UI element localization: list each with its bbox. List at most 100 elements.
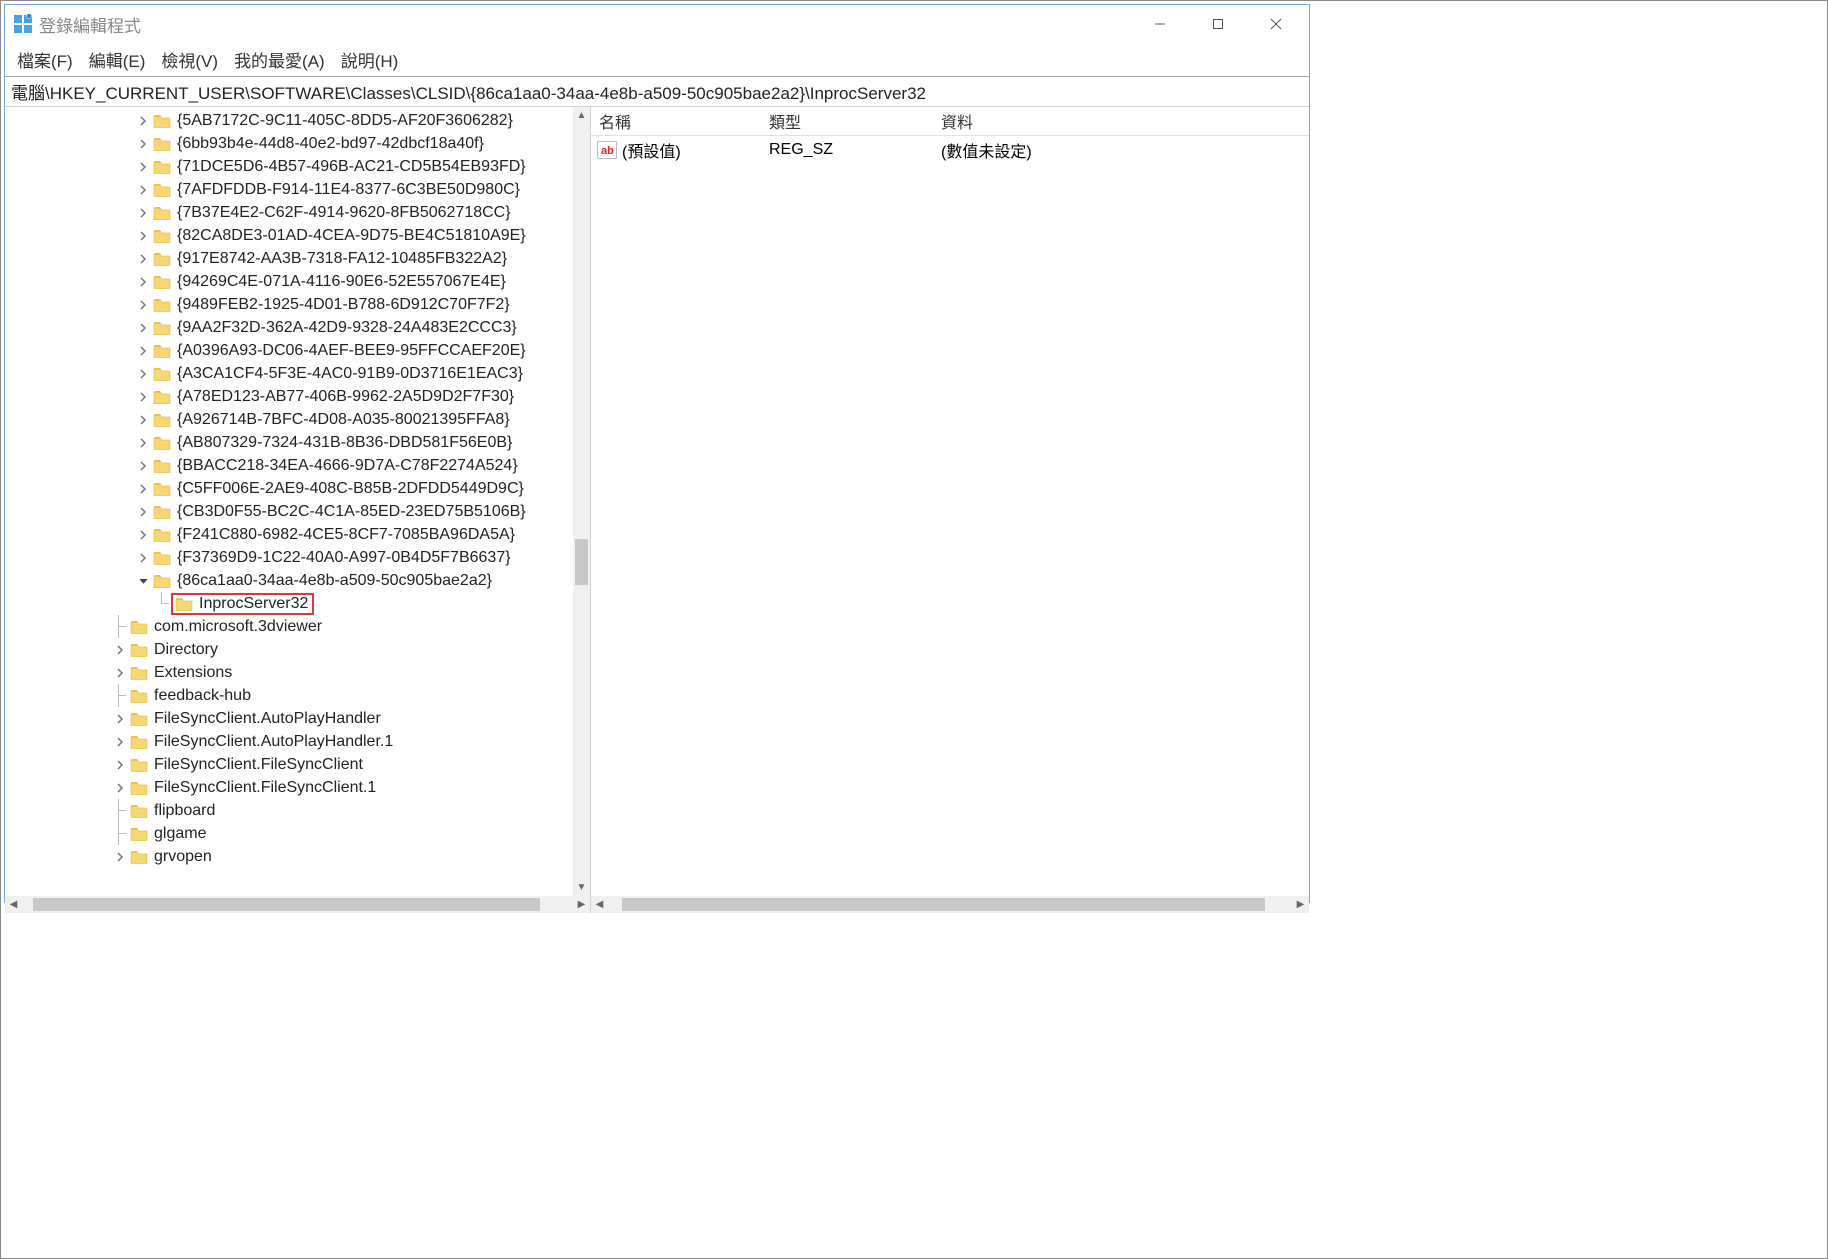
chevron-right-icon[interactable] bbox=[112, 852, 128, 862]
list-row[interactable]: ab(預設值)REG_SZ(數值未設定) bbox=[591, 136, 1309, 164]
titlebar[interactable]: 登錄編輯程式 bbox=[5, 5, 1309, 43]
chevron-right-icon[interactable] bbox=[135, 530, 151, 540]
tree-item-clsid[interactable]: {71DCE5D6-4B57-496B-AC21-CD5B54EB93FD} bbox=[5, 155, 573, 178]
scroll-right-icon[interactable]: ▶ bbox=[1292, 896, 1309, 913]
scroll-down-icon[interactable]: ▼ bbox=[573, 879, 590, 896]
tree-item-clsid[interactable]: {7AFDFDDB-F914-11E4-8377-6C3BE50D980C} bbox=[5, 178, 573, 201]
tree-item-clsid[interactable]: {A3CA1CF4-5F3E-4AC0-91B9-0D3716E1EAC3} bbox=[5, 362, 573, 385]
chevron-right-icon[interactable] bbox=[135, 484, 151, 494]
chevron-right-icon[interactable] bbox=[135, 415, 151, 425]
tree-item-expanded[interactable]: {86ca1aa0-34aa-4e8b-a509-50c905bae2a2} bbox=[5, 569, 573, 592]
folder-icon bbox=[153, 159, 171, 174]
tree-item-clsid[interactable]: {BBACC218-34EA-4666-9D7A-C78F2274A524} bbox=[5, 454, 573, 477]
chevron-right-icon[interactable] bbox=[112, 760, 128, 770]
chevron-right-icon[interactable] bbox=[112, 737, 128, 747]
tree-horizontal-scrollbar[interactable]: ◀ ▶ bbox=[5, 896, 590, 913]
folder-icon bbox=[153, 251, 171, 266]
tree-item-clsid[interactable]: {7B37E4E2-C62F-4914-9620-8FB5062718CC} bbox=[5, 201, 573, 224]
tree-item[interactable]: grvopen bbox=[5, 845, 573, 868]
chevron-right-icon[interactable] bbox=[135, 162, 151, 172]
tree-item-clsid[interactable]: {82CA8DE3-01AD-4CEA-9D75-BE4C51810A9E} bbox=[5, 224, 573, 247]
tree-item[interactable]: Extensions bbox=[5, 661, 573, 684]
tree-item-clsid[interactable]: {9489FEB2-1925-4D01-B788-6D912C70F7F2} bbox=[5, 293, 573, 316]
chevron-right-icon[interactable] bbox=[135, 185, 151, 195]
chevron-right-icon[interactable] bbox=[135, 254, 151, 264]
menu-edit[interactable]: 編輯(E) bbox=[83, 45, 152, 74]
scroll-thumb[interactable] bbox=[575, 539, 588, 584]
chevron-right-icon[interactable] bbox=[135, 392, 151, 402]
tree-item-clsid[interactable]: {917E8742-AA3B-7318-FA12-10485FB322A2} bbox=[5, 247, 573, 270]
tree-item-clsid[interactable]: {9AA2F32D-362A-42D9-9328-24A483E2CCC3} bbox=[5, 316, 573, 339]
chevron-right-icon[interactable] bbox=[135, 507, 151, 517]
tree-item[interactable]: flipboard bbox=[5, 799, 573, 822]
scroll-up-icon[interactable]: ▲ bbox=[573, 107, 590, 124]
tree-vertical-scrollbar[interactable]: ▲ ▼ bbox=[573, 107, 590, 896]
chevron-right-icon[interactable] bbox=[135, 116, 151, 126]
tree-item-selected[interactable]: InprocServer32 bbox=[5, 592, 573, 615]
tree-item[interactable]: FileSyncClient.AutoPlayHandler.1 bbox=[5, 730, 573, 753]
scroll-left-icon[interactable]: ◀ bbox=[5, 896, 22, 913]
header-type[interactable]: 類型 bbox=[761, 107, 933, 135]
tree-item-clsid[interactable]: {CB3D0F55-BC2C-4C1A-85ED-23ED75B5106B} bbox=[5, 500, 573, 523]
chevron-right-icon[interactable] bbox=[112, 645, 128, 655]
tree-item[interactable]: FileSyncClient.FileSyncClient bbox=[5, 753, 573, 776]
menu-view[interactable]: 檢視(V) bbox=[155, 45, 224, 74]
address-bar[interactable]: 電腦\HKEY_CURRENT_USER\SOFTWARE\Classes\CL… bbox=[5, 76, 1309, 107]
tree-item-clsid[interactable]: {A0396A93-DC06-4AEF-BEE9-95FFCCAEF20E} bbox=[5, 339, 573, 362]
header-data[interactable]: 資料 bbox=[933, 107, 1309, 135]
scroll-right-icon[interactable]: ▶ bbox=[573, 896, 590, 913]
tree-item-clsid[interactable]: {5AB7172C-9C11-405C-8DD5-AF20F3606282} bbox=[5, 109, 573, 132]
scroll-thumb-h[interactable] bbox=[622, 898, 1265, 911]
tree-view[interactable]: {5AB7172C-9C11-405C-8DD5-AF20F3606282} {6… bbox=[5, 107, 573, 868]
tree-item[interactable]: glgame bbox=[5, 822, 573, 845]
tree-label: FileSyncClient.FileSyncClient bbox=[153, 756, 363, 774]
tree-item-clsid[interactable]: {A926714B-7BFC-4D08-A035-80021395FFA8} bbox=[5, 408, 573, 431]
chevron-right-icon[interactable] bbox=[135, 208, 151, 218]
list-header: 名稱 類型 資料 bbox=[591, 107, 1309, 136]
tree-item[interactable]: Directory bbox=[5, 638, 573, 661]
folder-icon bbox=[130, 711, 148, 726]
folder-icon bbox=[153, 113, 171, 128]
close-button[interactable] bbox=[1247, 7, 1305, 41]
tree-item-clsid[interactable]: {C5FF006E-2AE9-408C-B85B-2DFDD5449D9C} bbox=[5, 477, 573, 500]
menu-file[interactable]: 檔案(F) bbox=[11, 45, 79, 74]
chevron-right-icon[interactable] bbox=[135, 346, 151, 356]
chevron-right-icon[interactable] bbox=[112, 714, 128, 724]
tree-item-clsid[interactable]: {6bb93b4e-44d8-40e2-bd97-42dbcf18a40f} bbox=[5, 132, 573, 155]
tree-item[interactable]: feedback-hub bbox=[5, 684, 573, 707]
list-horizontal-scrollbar[interactable]: ◀ ▶ bbox=[591, 896, 1309, 913]
chevron-right-icon[interactable] bbox=[135, 461, 151, 471]
chevron-right-icon[interactable] bbox=[135, 438, 151, 448]
scroll-left-icon[interactable]: ◀ bbox=[591, 896, 608, 913]
tree-item-clsid[interactable]: {A78ED123-AB77-406B-9962-2A5D9D2F7F30} bbox=[5, 385, 573, 408]
tree-item-clsid[interactable]: {94269C4E-071A-4116-90E6-52E557067E4E} bbox=[5, 270, 573, 293]
chevron-right-icon[interactable] bbox=[135, 553, 151, 563]
scroll-thumb-h[interactable] bbox=[33, 898, 540, 911]
tree-item-clsid[interactable]: {AB807329-7324-431B-8B36-DBD581F56E0B} bbox=[5, 431, 573, 454]
menu-help[interactable]: 說明(H) bbox=[335, 45, 405, 74]
tree-label: {6bb93b4e-44d8-40e2-bd97-42dbcf18a40f} bbox=[176, 135, 484, 153]
list-body[interactable]: ab(預設值)REG_SZ(數值未設定) bbox=[591, 136, 1309, 164]
tree-item[interactable]: FileSyncClient.AutoPlayHandler bbox=[5, 707, 573, 730]
list-pane: 名稱 類型 資料 ab(預設值)REG_SZ(數值未設定) ◀ ▶ bbox=[591, 107, 1309, 913]
chevron-right-icon[interactable] bbox=[135, 300, 151, 310]
chevron-right-icon[interactable] bbox=[135, 277, 151, 287]
header-name[interactable]: 名稱 bbox=[591, 107, 761, 135]
chevron-right-icon[interactable] bbox=[112, 783, 128, 793]
tree-item[interactable]: FileSyncClient.FileSyncClient.1 bbox=[5, 776, 573, 799]
tree-label: {7B37E4E2-C62F-4914-9620-8FB5062718CC} bbox=[176, 204, 511, 222]
window-controls bbox=[1131, 7, 1305, 41]
chevron-right-icon[interactable] bbox=[135, 139, 151, 149]
menu-favorites[interactable]: 我的最愛(A) bbox=[228, 45, 331, 74]
tree-item-clsid[interactable]: {F241C880-6982-4CE5-8CF7-7085BA96DA5A} bbox=[5, 523, 573, 546]
maximize-button[interactable] bbox=[1189, 7, 1247, 41]
tree-item[interactable]: com.microsoft.3dviewer bbox=[5, 615, 573, 638]
chevron-right-icon[interactable] bbox=[135, 369, 151, 379]
minimize-button[interactable] bbox=[1131, 7, 1189, 41]
tree-item-clsid[interactable]: {F37369D9-1C22-40A0-A997-0B4D5F7B6637} bbox=[5, 546, 573, 569]
chevron-right-icon[interactable] bbox=[135, 231, 151, 241]
chevron-right-icon[interactable] bbox=[135, 323, 151, 333]
tree-label: {94269C4E-071A-4116-90E6-52E557067E4E} bbox=[176, 273, 506, 291]
chevron-right-icon[interactable] bbox=[112, 668, 128, 678]
chevron-down-icon[interactable] bbox=[135, 576, 151, 586]
